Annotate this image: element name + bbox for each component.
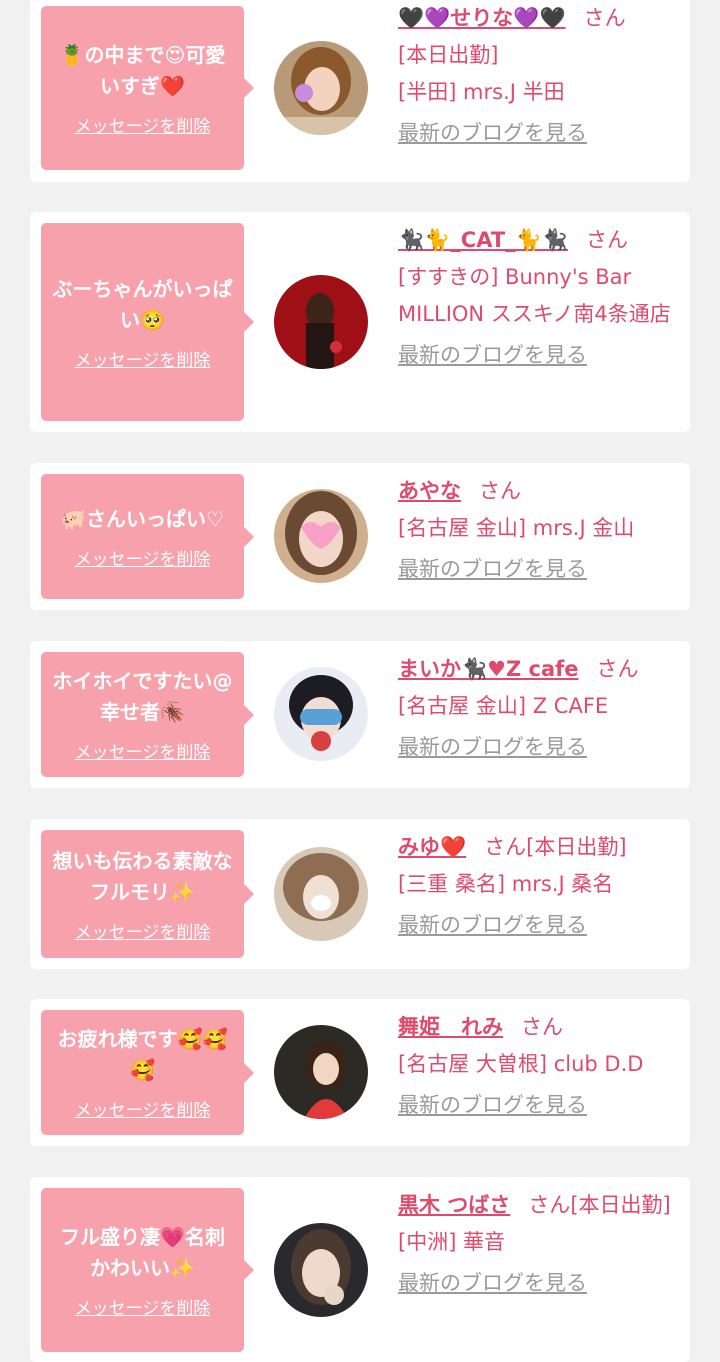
shop-name: [名古屋 大曽根] club D.D bbox=[398, 1052, 644, 1076]
honorific: さん bbox=[484, 835, 527, 859]
message-text: フル盛り凄💗名刺かわいい✨ bbox=[60, 1224, 225, 1280]
message-bubble: 想いも伝わる素敵なフルモリ✨ メッセージを削除 bbox=[41, 830, 254, 958]
shop-name: [三重 桑名] mrs.J 桑名 bbox=[398, 872, 614, 896]
latest-blog-link[interactable]: 最新のブログを見る bbox=[398, 1087, 686, 1124]
delete-message-link[interactable]: メッセージを削除 bbox=[75, 346, 211, 371]
message-bubble: ぶーちゃんがいっぱい🥺 メッセージを削除 bbox=[41, 223, 254, 421]
message-text: ホイホイですたい@幸せ者🪳 bbox=[52, 669, 233, 724]
profile-info: 🐈‍⬛🐈_CAT_🐈🐈‍⬛ さん [すすきの] Bunny's Bar MILLI… bbox=[398, 222, 686, 374]
avatar[interactable] bbox=[274, 667, 368, 761]
status-badge: [本日出勤] bbox=[570, 1193, 671, 1217]
avatar-photo-icon bbox=[274, 275, 368, 369]
avatar[interactable] bbox=[274, 489, 368, 583]
honorific: さん bbox=[583, 6, 626, 30]
message-text: お疲れ様です🥰🥰🥰 bbox=[57, 1027, 228, 1082]
honorific: さん bbox=[479, 479, 521, 503]
profile-name-link[interactable]: みゆ❤️ bbox=[398, 835, 466, 859]
honorific: さん bbox=[528, 1193, 571, 1217]
profile-name-link[interactable]: まいか🐈‍⬛♥Z cafe bbox=[398, 657, 579, 681]
honorific: さん bbox=[585, 228, 628, 252]
shop-name: [名古屋 金山] Z CAFE bbox=[398, 694, 609, 718]
message-list: 🍍の中まで😍可愛いすぎ❤️ メッセージを削除 🖤💜せりな💜🖤 さん [本日出勤] … bbox=[0, 0, 720, 1362]
list-item: 想いも伝わる素敵なフルモリ✨ メッセージを削除 みゆ❤️ さん[本日出勤] [三重… bbox=[30, 819, 690, 969]
avatar-photo-icon bbox=[274, 41, 368, 135]
list-item: 🐖さんいっぱい♡ メッセージを削除 あやな さん [名古屋 金山] mrs.J 金… bbox=[30, 463, 690, 610]
shop-name: [名古屋 金山] mrs.J 金山 bbox=[398, 516, 635, 540]
latest-blog-link[interactable]: 最新のブログを見る bbox=[398, 337, 686, 374]
status-badge: [本日出勤] bbox=[398, 43, 499, 67]
honorific: さん bbox=[521, 1015, 563, 1039]
latest-blog-link[interactable]: 最新のブログを見る bbox=[398, 729, 686, 766]
latest-blog-link[interactable]: 最新のブログを見る bbox=[398, 115, 686, 152]
message-bubble: 🍍の中まで😍可愛いすぎ❤️ メッセージを削除 bbox=[41, 6, 254, 170]
honorific: さん bbox=[596, 657, 639, 681]
avatar-photo-icon bbox=[274, 847, 368, 941]
avatar[interactable] bbox=[274, 1223, 368, 1317]
delete-message-link[interactable]: メッセージを削除 bbox=[75, 545, 211, 570]
message-bubble: お疲れ様です🥰🥰🥰 メッセージを削除 bbox=[41, 1010, 254, 1135]
delete-message-link[interactable]: メッセージを削除 bbox=[75, 918, 211, 943]
avatar[interactable] bbox=[274, 275, 368, 369]
list-item: ホイホイですたい@幸せ者🪳 メッセージを削除 まいか🐈‍⬛♥Z cafe さん [… bbox=[30, 641, 690, 788]
message-text: 🐖さんいっぱい♡ bbox=[61, 506, 224, 531]
avatar-photo-icon bbox=[274, 1223, 368, 1317]
profile-name-link[interactable]: 🐈‍⬛🐈_CAT_🐈🐈‍⬛ bbox=[398, 228, 568, 252]
profile-info: 舞姫 れみ さん [名古屋 大曽根] club D.D 最新のブログを見る bbox=[398, 1009, 686, 1124]
message-bubble: 🐖さんいっぱい♡ メッセージを削除 bbox=[41, 474, 254, 599]
list-item: 🍍の中まで😍可愛いすぎ❤️ メッセージを削除 🖤💜せりな💜🖤 さん [本日出勤] … bbox=[30, 0, 690, 182]
avatar[interactable] bbox=[274, 41, 368, 135]
message-text: 🍍の中まで😍可愛いすぎ❤️ bbox=[59, 42, 226, 98]
status-badge: [本日出勤] bbox=[526, 835, 627, 859]
list-item: お疲れ様です🥰🥰🥰 メッセージを削除 舞姫 れみ さん [名古屋 大曽根] clu… bbox=[30, 999, 690, 1146]
shop-name: [中洲] 華音 bbox=[398, 1230, 506, 1254]
avatar-photo-icon bbox=[274, 1025, 368, 1119]
message-text: 想いも伝わる素敵なフルモリ✨ bbox=[52, 848, 233, 904]
latest-blog-link[interactable]: 最新のブログを見る bbox=[398, 1265, 686, 1302]
avatar-photo-icon bbox=[274, 489, 368, 583]
delete-message-link[interactable]: メッセージを削除 bbox=[75, 112, 211, 137]
shop-name: [半田] mrs.J 半田 bbox=[398, 80, 565, 104]
delete-message-link[interactable]: メッセージを削除 bbox=[75, 1294, 211, 1319]
profile-info: まいか🐈‍⬛♥Z cafe さん [名古屋 金山] Z CAFE 最新のブログを見… bbox=[398, 651, 686, 766]
profile-info: あやな さん [名古屋 金山] mrs.J 金山 最新のブログを見る bbox=[398, 473, 686, 588]
profile-info: 🖤💜せりな💜🖤 さん [本日出勤] [半田] mrs.J 半田 最新のブログを見る bbox=[398, 0, 686, 152]
list-item: フル盛り凄💗名刺かわいい✨ メッセージを削除 黒木 つばさ さん[本日出勤] [中… bbox=[30, 1177, 690, 1362]
avatar[interactable] bbox=[274, 1025, 368, 1119]
profile-name-link[interactable]: 🖤💜せりな💜🖤 bbox=[398, 6, 566, 30]
profile-info: 黒木 つばさ さん[本日出勤] [中洲] 華音 最新のブログを見る bbox=[398, 1187, 686, 1302]
profile-name-link[interactable]: 舞姫 れみ bbox=[398, 1015, 503, 1039]
avatar-photo-icon bbox=[274, 667, 368, 761]
profile-name-link[interactable]: 黒木 つばさ bbox=[398, 1193, 510, 1217]
avatar[interactable] bbox=[274, 847, 368, 941]
message-text: ぶーちゃんがいっぱい🥺 bbox=[52, 276, 233, 332]
latest-blog-link[interactable]: 最新のブログを見る bbox=[398, 907, 686, 944]
latest-blog-link[interactable]: 最新のブログを見る bbox=[398, 551, 686, 588]
shop-name: [すすきの] Bunny's Bar MILLION ススキノ南4条通店 bbox=[398, 265, 671, 326]
delete-message-link[interactable]: メッセージを削除 bbox=[75, 738, 211, 763]
profile-name-link[interactable]: あやな bbox=[398, 479, 461, 503]
delete-message-link[interactable]: メッセージを削除 bbox=[75, 1096, 211, 1121]
list-item: ぶーちゃんがいっぱい🥺 メッセージを削除 🐈‍⬛🐈_CAT_🐈🐈‍⬛ さん [すす… bbox=[30, 212, 690, 432]
message-bubble: ホイホイですたい@幸せ者🪳 メッセージを削除 bbox=[41, 652, 254, 777]
message-bubble: フル盛り凄💗名刺かわいい✨ メッセージを削除 bbox=[41, 1188, 254, 1352]
profile-info: みゆ❤️ さん[本日出勤] [三重 桑名] mrs.J 桑名 最新のブログを見る bbox=[398, 829, 686, 944]
